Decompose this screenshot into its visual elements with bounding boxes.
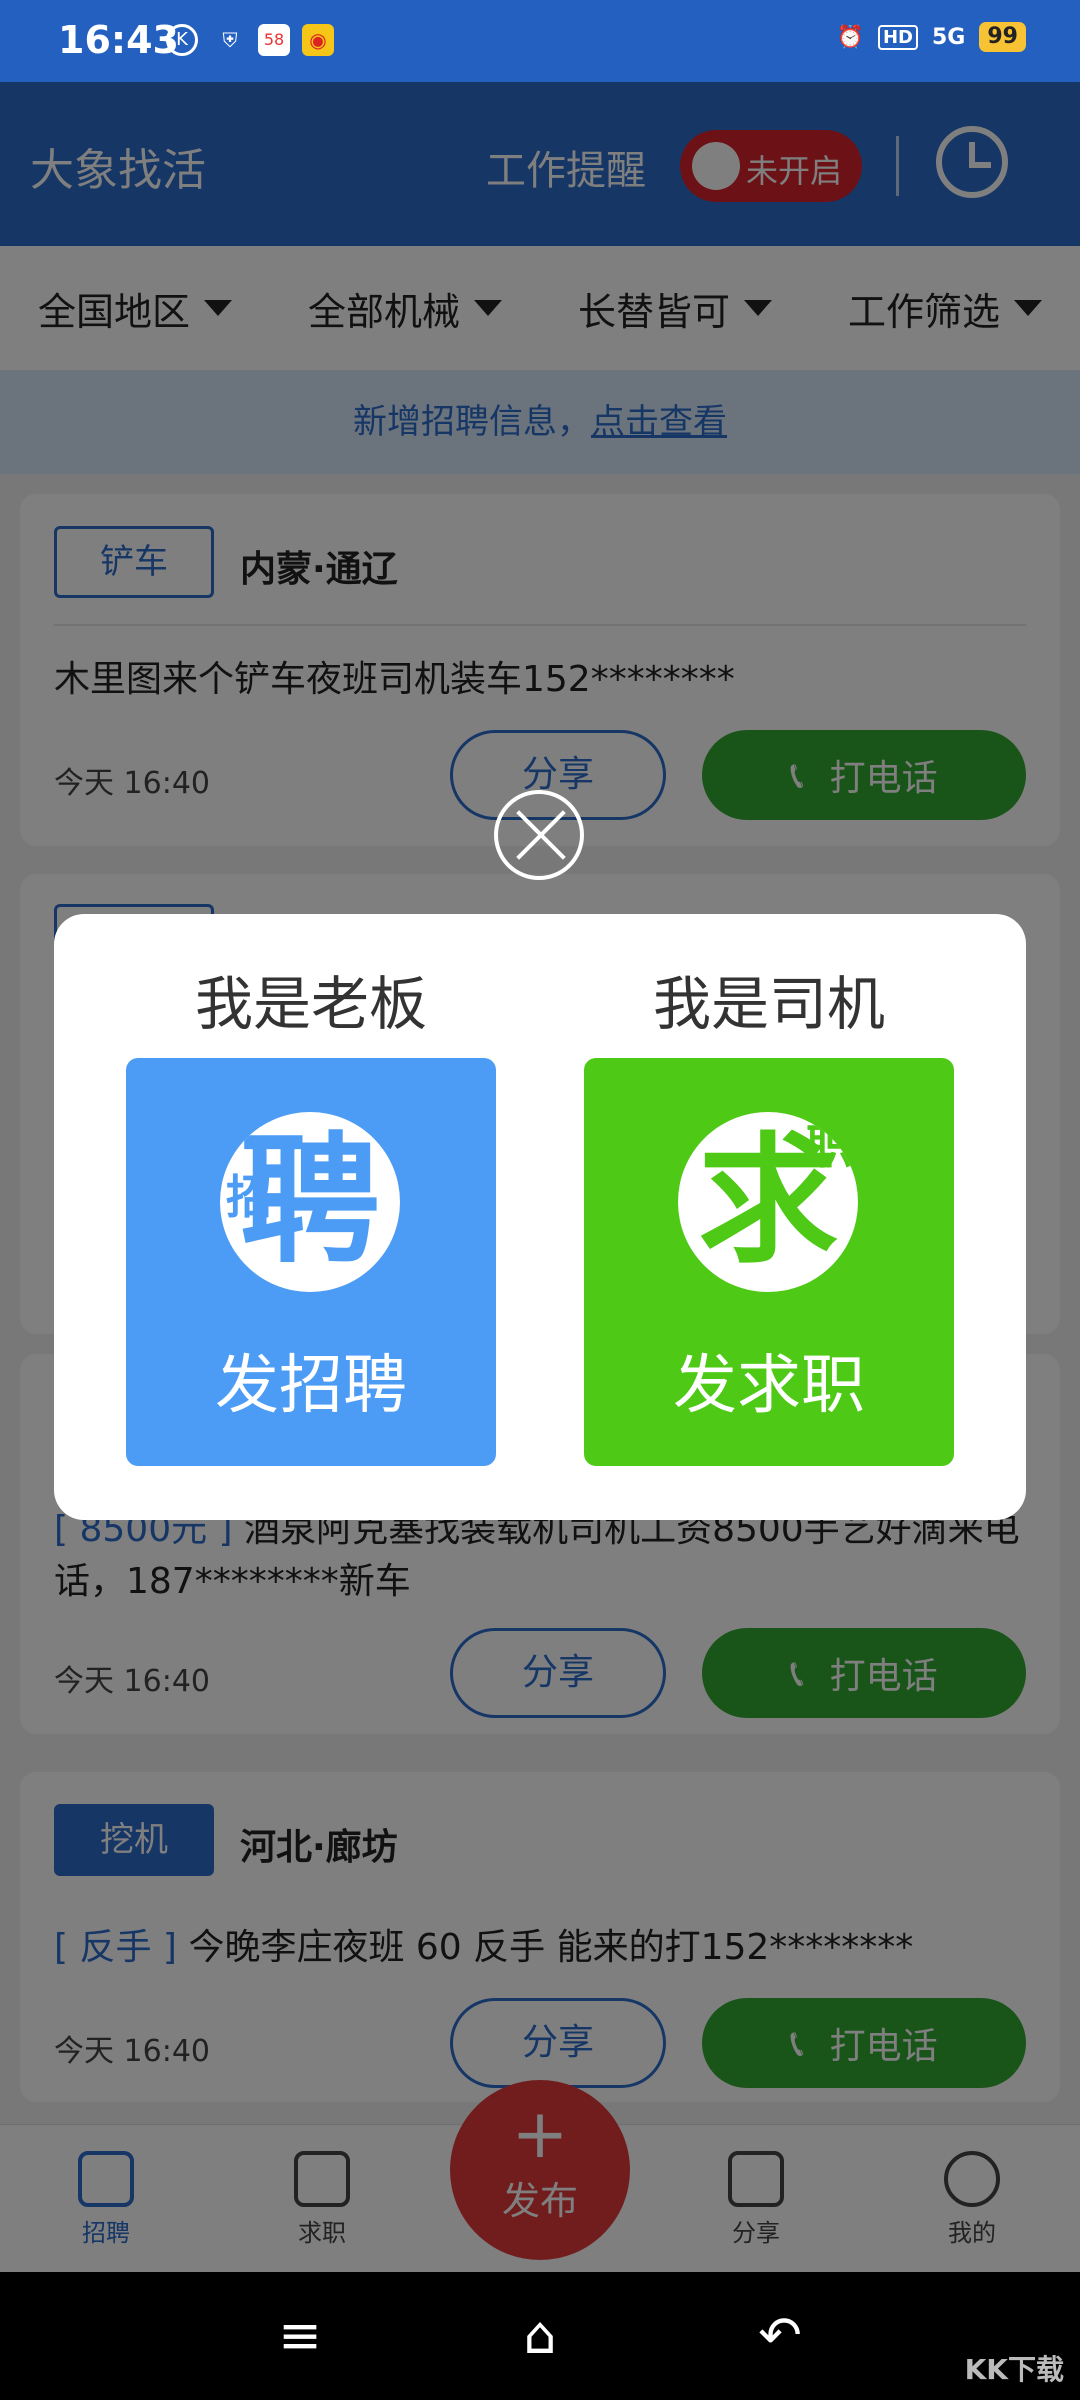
boss-title: 我是老板	[194, 970, 427, 1038]
post-recruitment-button[interactable]: 聘 招 发招聘	[126, 1058, 496, 1466]
menu-icon[interactable]: ≡	[272, 2308, 328, 2364]
recruit-logo-icon: 聘 招	[220, 1112, 400, 1292]
weibo-icon: ◉	[302, 24, 334, 56]
logo-small-char: 职	[806, 1120, 852, 1174]
hd-icon: HD	[877, 24, 918, 50]
boss-option: 我是老板 聘 招 发招聘	[126, 964, 496, 1466]
battery-indicator: 99	[979, 22, 1026, 52]
post-job-seeking-button[interactable]: 求 职 发求职	[584, 1058, 954, 1466]
logo-small-char: 招	[226, 1170, 272, 1224]
role-select-dialog: 我是老板 聘 招 发招聘 我是司机 求 职 发求职	[54, 914, 1026, 1520]
alarm-icon: ⏰	[836, 24, 864, 50]
status-right: ⏰ HD 5G 99	[837, 22, 1026, 52]
5g-signal-icon: 5G	[932, 24, 966, 50]
close-icon[interactable]	[494, 790, 584, 880]
shield-icon: ⛨	[222, 28, 238, 52]
job-seek-logo-icon: 求 职	[678, 1112, 858, 1292]
58-icon: 58	[258, 24, 290, 56]
back-icon[interactable]: ↶	[752, 2308, 808, 2364]
status-time: 16:43	[58, 18, 179, 62]
watermark: KK下载	[964, 2353, 1064, 2386]
post-job-seeking-label: 发求职	[673, 1349, 865, 1423]
home-icon[interactable]: ⌂	[512, 2308, 568, 2364]
status-bar: 16:43 K ⛨ 58 ◉ ⏰ HD 5G 99	[0, 0, 1080, 82]
driver-title: 我是司机	[652, 970, 885, 1038]
k-icon: K	[166, 24, 198, 56]
system-nav-bar: ≡ ⌂ ↶ KK下载	[0, 2272, 1080, 2400]
post-recruitment-label: 发招聘	[215, 1349, 407, 1423]
driver-option: 我是司机 求 职 发求职	[584, 964, 954, 1466]
